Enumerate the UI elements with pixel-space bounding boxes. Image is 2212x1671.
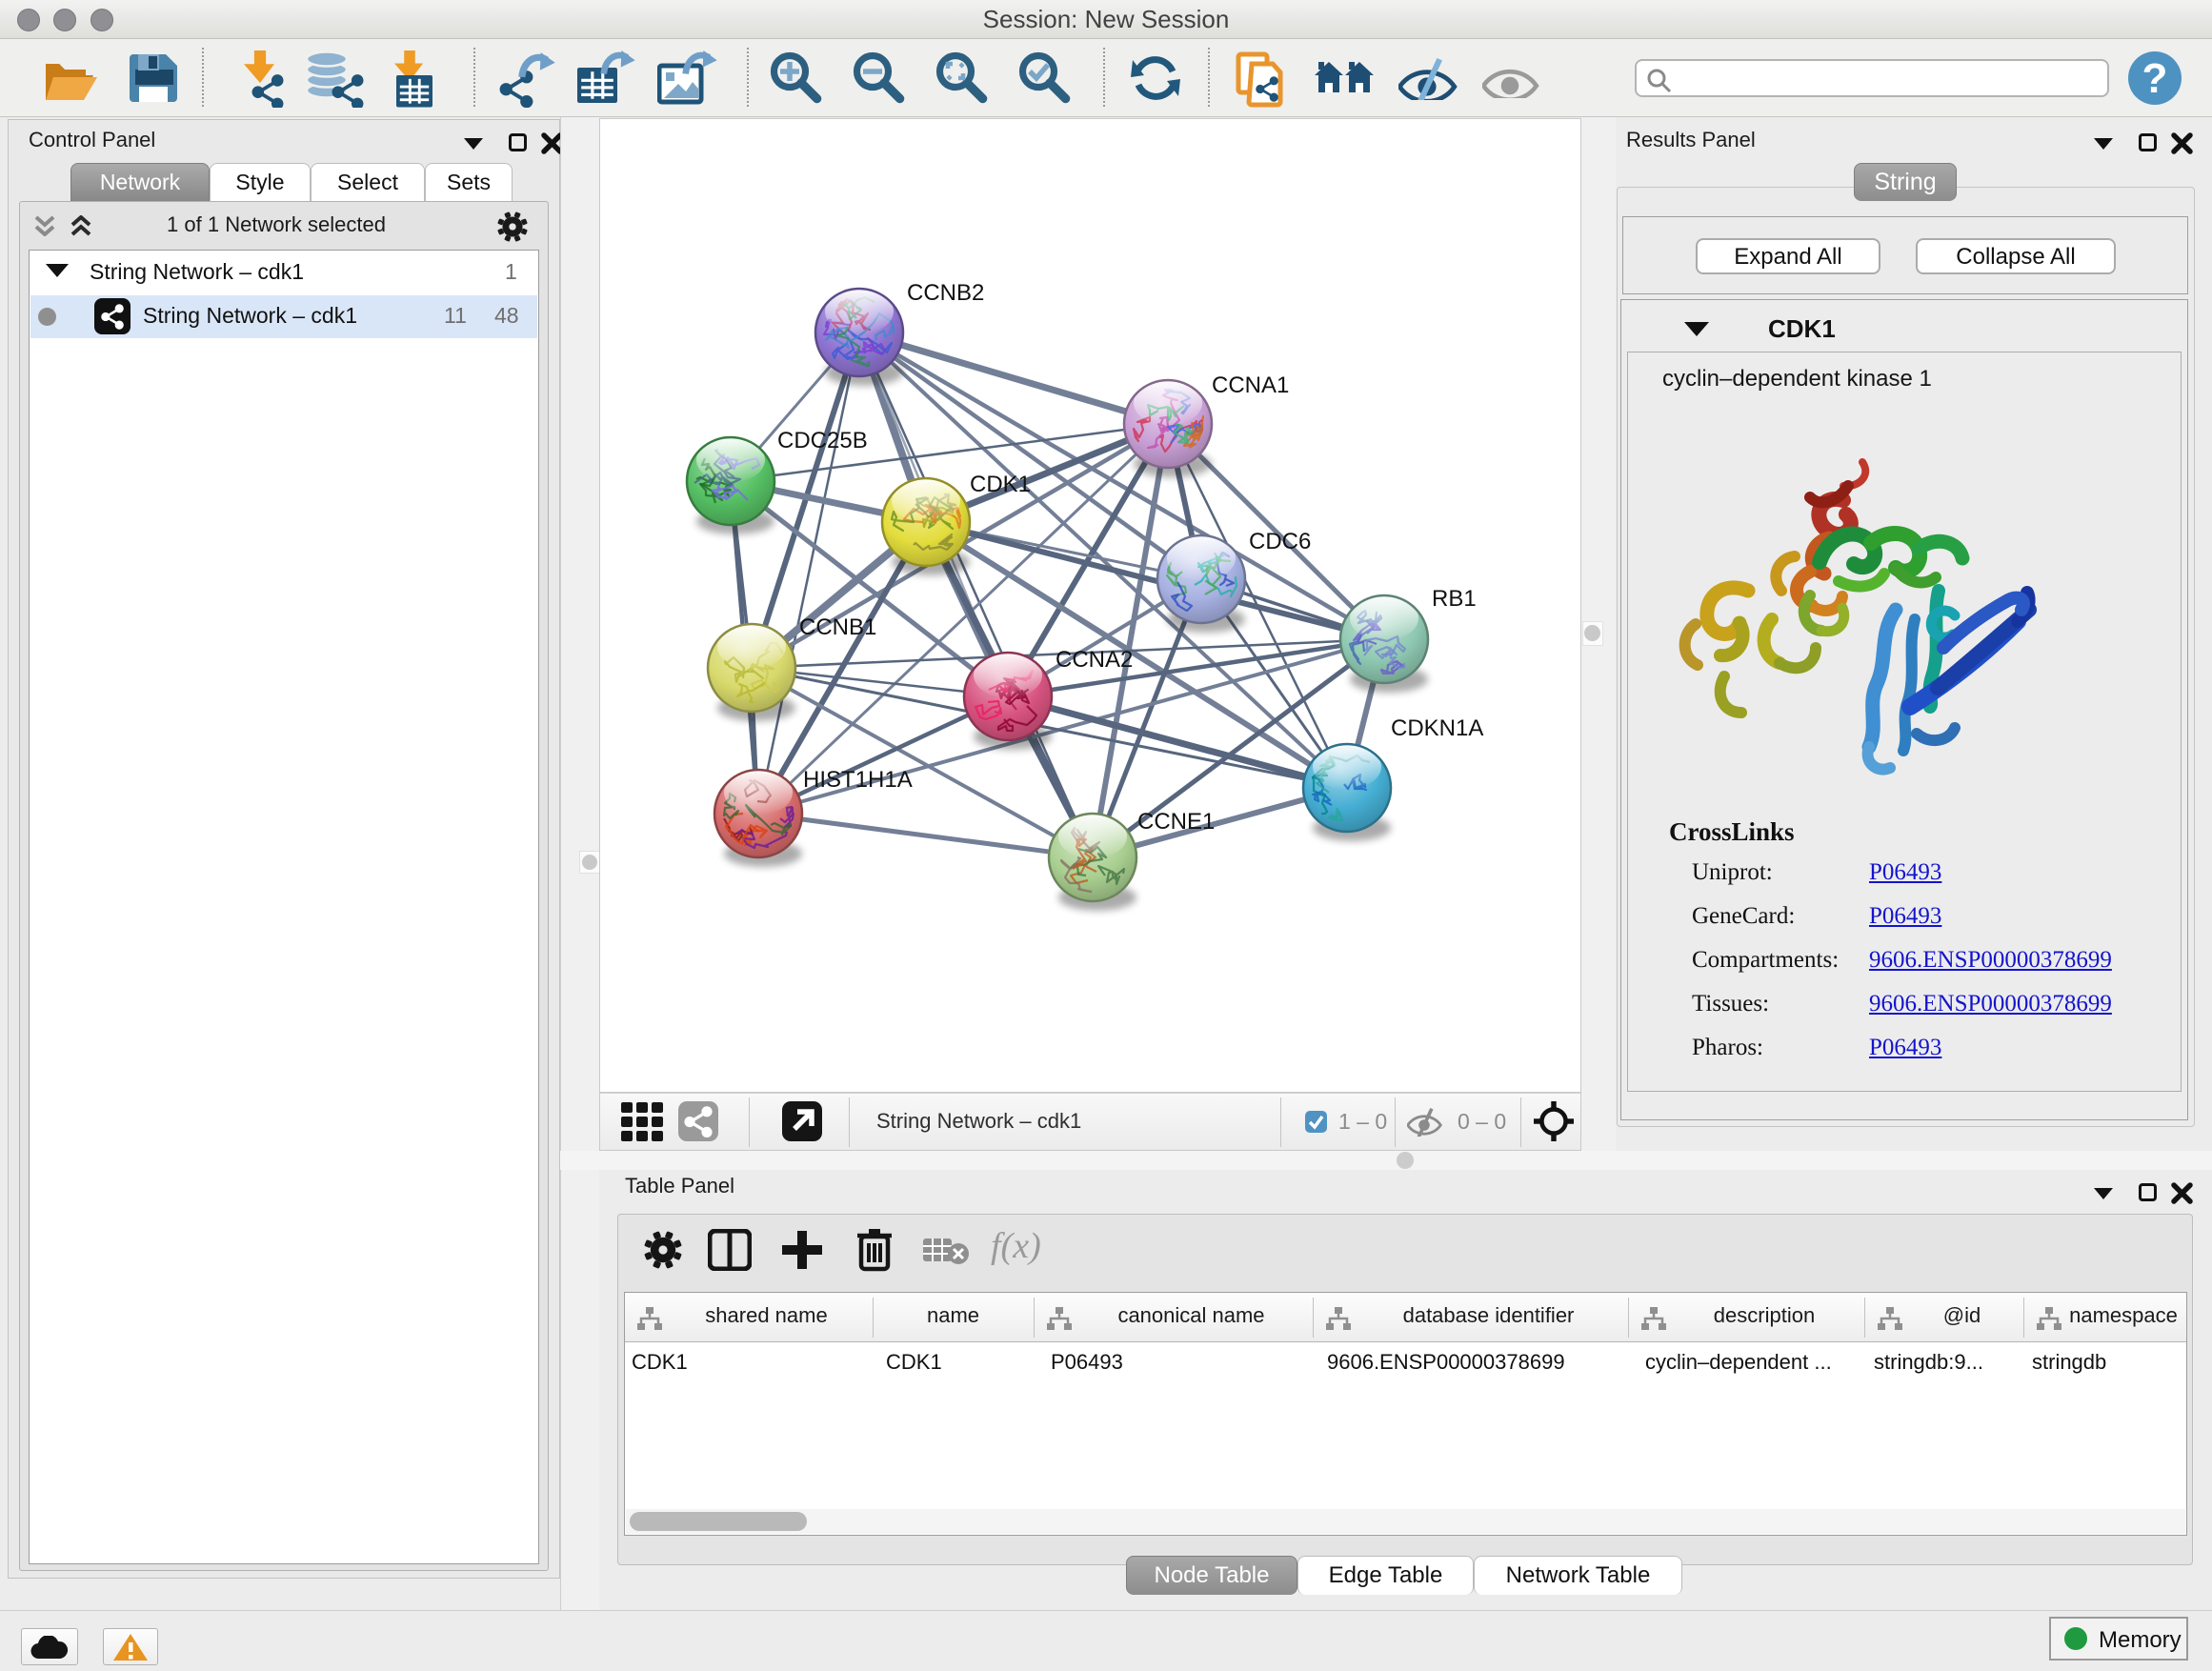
svg-text:CDC25B: CDC25B: [777, 428, 868, 453]
svg-text:CCNE1: CCNE1: [1137, 809, 1215, 835]
svg-text:RB1: RB1: [1432, 586, 1477, 612]
svg-text:CDK1: CDK1: [970, 472, 1031, 497]
svg-text:CCNA2: CCNA2: [1056, 647, 1133, 673]
svg-text:CCNA1: CCNA1: [1212, 372, 1289, 398]
svg-text:CCNB2: CCNB2: [907, 280, 984, 306]
svg-text:CDC6: CDC6: [1249, 529, 1311, 554]
svg-text:CDKN1A: CDKN1A: [1391, 715, 1483, 741]
svg-text:HIST1H1A: HIST1H1A: [803, 767, 913, 793]
svg-text:CCNB1: CCNB1: [799, 614, 876, 640]
